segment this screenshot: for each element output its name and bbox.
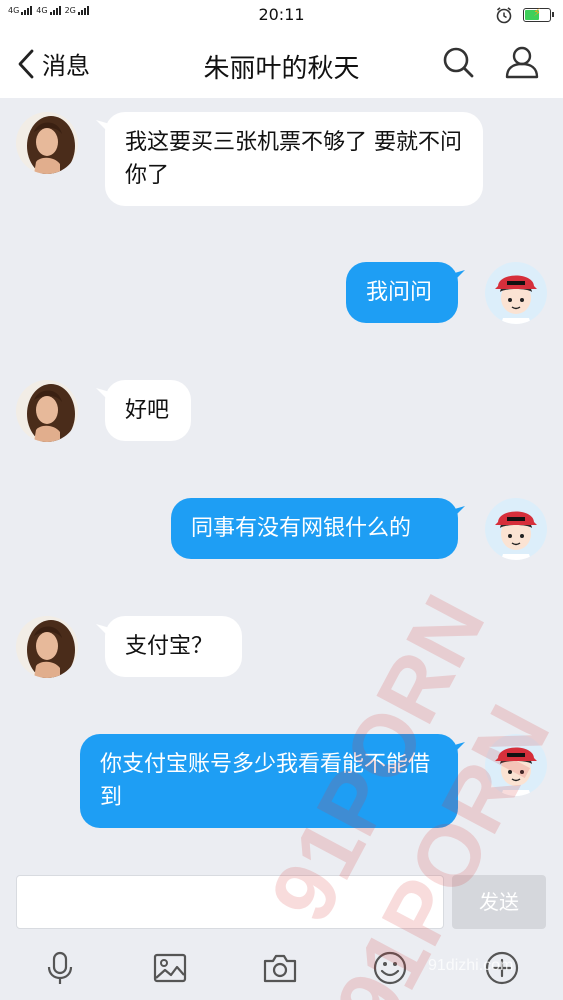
message-text: 我这要买三张机票不够了 要就不问你了 xyxy=(125,130,462,188)
send-button[interactable]: 发送 xyxy=(452,875,546,929)
message-text: 支付宝？ xyxy=(125,634,214,659)
status-icons: ⚡ xyxy=(495,6,554,24)
search-icon[interactable] xyxy=(440,44,476,80)
message-bubble-outgoing[interactable]: 我问问 xyxy=(346,262,458,323)
my-avatar[interactable] xyxy=(485,262,547,324)
back-button[interactable]: 消息 xyxy=(16,46,90,81)
alarm-icon xyxy=(496,7,512,24)
clock: 20:11 xyxy=(258,5,305,24)
input-toolbar xyxy=(0,936,563,1000)
back-label: 消息 xyxy=(42,52,90,80)
message-bubble-incoming[interactable]: 我这要买三张机票不够了 要就不问你了 xyxy=(105,112,483,206)
my-avatar[interactable] xyxy=(485,734,547,796)
message-bubble-outgoing[interactable]: 你支付宝账号多少我看看能不能借到 xyxy=(80,734,458,828)
message-text: 同事有没有网银什么的 xyxy=(191,516,412,541)
message-input[interactable] xyxy=(16,875,444,929)
composer: 发送 xyxy=(0,868,563,936)
contact-avatar[interactable] xyxy=(16,112,78,174)
emoji-icon[interactable] xyxy=(372,950,408,986)
message-list[interactable]: 我这要买三张机票不够了 要就不问你了 我问问 好吧 同事有没有网银什么的 支付宝… xyxy=(0,98,563,868)
contact-avatar[interactable] xyxy=(16,380,78,442)
message-text: 你支付宝账号多少我看看能不能借到 xyxy=(100,752,431,810)
status-bar: 4G 4G 2G 20:11 ⚡ xyxy=(0,0,563,30)
message-text: 好吧 xyxy=(125,398,170,423)
message-bubble-outgoing[interactable]: 同事有没有网银什么的 xyxy=(171,498,458,559)
message-bubble-incoming[interactable]: 好吧 xyxy=(105,380,191,441)
message-text: 我问问 xyxy=(366,280,433,305)
my-avatar[interactable] xyxy=(485,498,547,560)
battery-charging-icon: ⚡ xyxy=(523,6,554,22)
contact-avatar[interactable] xyxy=(16,616,78,678)
plus-icon[interactable] xyxy=(484,950,520,986)
profile-icon[interactable] xyxy=(504,44,540,80)
camera-icon[interactable] xyxy=(262,950,298,986)
microphone-icon[interactable] xyxy=(42,950,78,986)
chat-header: 消息 朱丽叶的秋天 xyxy=(0,30,563,98)
image-icon[interactable] xyxy=(152,950,188,986)
chevron-left-icon xyxy=(18,49,34,78)
chat-title: 朱丽叶的秋天 xyxy=(203,54,360,84)
message-bubble-incoming[interactable]: 支付宝？ xyxy=(105,616,242,677)
